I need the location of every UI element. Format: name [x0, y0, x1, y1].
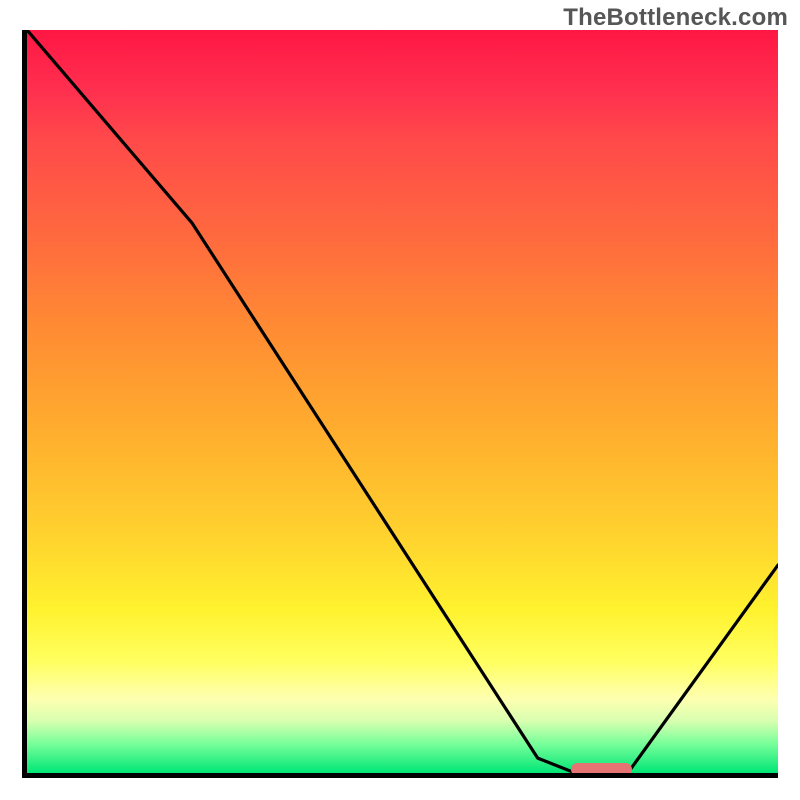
curve-path: [27, 30, 778, 773]
watermark-text: TheBottleneck.com: [563, 4, 788, 32]
chart-container: TheBottleneck.com: [0, 0, 800, 800]
bottleneck-curve: [27, 30, 778, 773]
plot-area: [22, 30, 778, 778]
optimal-marker: [571, 763, 632, 776]
